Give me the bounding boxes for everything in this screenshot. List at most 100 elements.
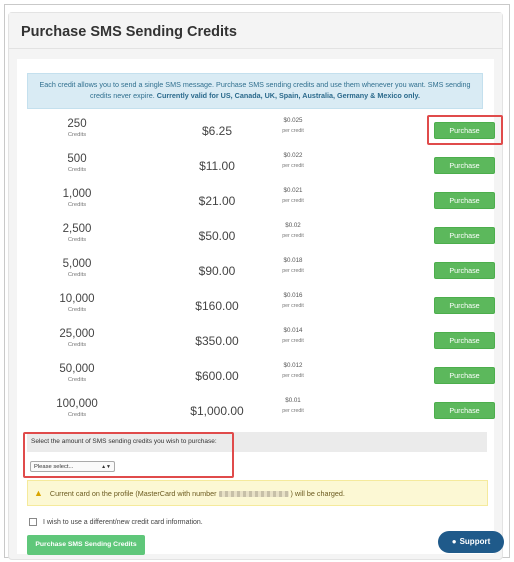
per-credit-label: per credit [282,373,304,379]
quantity-unit: Credits [67,132,87,138]
per-credit-label: per credit [282,163,304,169]
card-warning: ▲ Current card on the profile (MasterCar… [27,480,488,506]
per-credit-price: $0.016 per credit [265,292,321,309]
per-credit-price: $0.025 per credit [265,117,321,134]
package-price: $1,000.00 [190,404,244,418]
package-row: 5,000 Credits $90.00 $0.018 per credit Purcha… [27,257,495,292]
credit-quantity: 10,000 Credits [47,292,107,313]
quantity-value: 10,000 [59,293,95,305]
per-credit-label: per credit [282,268,304,274]
warning-text-before: Current card on the profile (MasterCard … [49,489,217,498]
quantity-value: 50,000 [59,363,95,375]
purchase-panel: Purchase SMS Sending Credits Each credit… [8,12,503,560]
quantity-value: 2,500 [62,223,92,235]
package-row: 1,000 Credits $21.00 $0.021 per credit Purcha… [27,187,495,222]
per-credit-label: per credit [282,303,304,309]
quantity-unit: Credits [67,272,87,278]
purchase-button[interactable]: Purchase [434,262,495,279]
quantity-value: 500 [67,153,87,165]
package-price: $6.25 [201,124,233,138]
new-card-option[interactable]: I wish to use a different/new credit car… [29,518,203,526]
purchase-button[interactable]: Purchase [434,122,495,139]
per-credit-value: $0.01 [285,397,301,404]
package-price: $11.00 [199,159,235,173]
credit-quantity: 500 Credits [47,152,107,173]
package-price: $350.00 [195,334,239,348]
quantity-unit: Credits [67,377,87,383]
package-price: $21.00 [198,194,236,208]
package-row: 10,000 Credits $160.00 $0.016 per credit Purc… [27,292,495,327]
quantity-value: 25,000 [59,328,95,340]
support-button[interactable]: ● Support [438,531,504,553]
per-credit-label: per credit [282,408,304,414]
per-credit-price: $0.014 per credit [265,327,321,344]
per-credit-value: $0.025 [283,117,303,124]
quantity-value: 1,000 [62,188,92,200]
per-credit-value: $0.014 [283,327,303,334]
credit-quantity: 50,000 Credits [47,362,107,383]
warning-text-after: ) will be charged. [290,489,345,498]
per-credit-value: $0.022 [283,152,303,159]
credit-quantity: 1,000 Credits [47,187,107,208]
package-row: 25,000 Credits $350.00 $0.014 per credit Purc… [27,327,495,362]
per-credit-value: $0.02 [285,222,301,229]
support-label: Support [459,537,491,546]
panel-body: Each credit allows you to send a single … [17,59,503,555]
per-credit-value: $0.021 [283,187,303,194]
quantity-unit: Credits [67,412,87,418]
package-row: 500 Credits $11.00 $0.022 per credit Purchase [27,152,495,187]
package-row: 50,000 Credits $600.00 $0.012 per credit Purc… [27,362,495,397]
info-alert: Each credit allows you to send a single … [27,73,483,109]
highlight-select [23,432,234,478]
package-price: $160.00 [195,299,239,313]
per-credit-label: per credit [282,198,304,204]
purchase-button[interactable]: Purchase [434,367,495,384]
new-card-label: I wish to use a different/new credit car… [42,518,203,526]
purchase-button[interactable]: Purchase [434,402,495,419]
per-credit-price: $0.012 per credit [265,362,321,379]
quantity-unit: Credits [67,167,87,173]
per-credit-price: $0.02 per credit [265,222,321,239]
purchase-button[interactable]: Purchase [434,227,495,244]
package-row: 2,500 Credits $50.00 $0.02 per credit Purchas… [27,222,495,257]
per-credit-value: $0.012 [283,362,303,369]
new-card-checkbox[interactable] [29,518,37,526]
package-row: 100,000 Credits $1,000.00 $0.01 per credit Pu… [27,397,495,432]
quantity-value: 5,000 [62,258,92,270]
purchase-sms-credits-button[interactable]: Purchase SMS Sending Credits [27,535,145,555]
per-credit-price: $0.01 per credit [265,397,321,414]
per-credit-price: $0.022 per credit [265,152,321,169]
purchase-button[interactable]: Purchase [434,332,495,349]
per-credit-price: $0.021 per credit [265,187,321,204]
per-credit-label: per credit [282,128,304,134]
page-title: Purchase SMS Sending Credits [21,24,237,40]
quantity-value: 100,000 [56,398,98,410]
per-credit-price: $0.018 per credit [265,257,321,274]
per-credit-value: $0.016 [283,292,303,299]
per-credit-label: per credit [282,233,304,239]
per-credit-value: $0.018 [283,257,303,264]
chat-bubble-icon: ● [451,537,457,546]
info-bold-text: Currently valid for US, Canada, UK, Spai… [156,91,420,100]
credit-quantity: 25,000 Credits [47,327,107,348]
quantity-unit: Credits [67,307,87,313]
warning-icon: ▲ [34,488,43,498]
package-row: 250 Credits $6.25 $0.025 per credit Purchase [27,115,503,152]
quantity-value: 250 [67,118,87,130]
credit-quantity: 100,000 Credits [47,397,107,418]
purchase-button[interactable]: Purchase [434,297,495,314]
credit-quantity: 250 Credits [47,117,107,138]
package-price: $50.00 [198,229,236,243]
per-credit-label: per credit [282,338,304,344]
quantity-unit: Credits [67,342,87,348]
package-price: $90.00 [198,264,236,278]
purchase-button[interactable]: Purchase [434,157,495,174]
quantity-unit: Credits [67,202,87,208]
quantity-unit: Credits [67,237,87,243]
package-price: $600.00 [195,369,239,383]
panel-header: Purchase SMS Sending Credits [9,13,502,49]
credit-quantity: 5,000 Credits [47,257,107,278]
credit-quantity: 2,500 Credits [47,222,107,243]
redacted-card-number [218,491,289,498]
purchase-button[interactable]: Purchase [434,192,495,209]
